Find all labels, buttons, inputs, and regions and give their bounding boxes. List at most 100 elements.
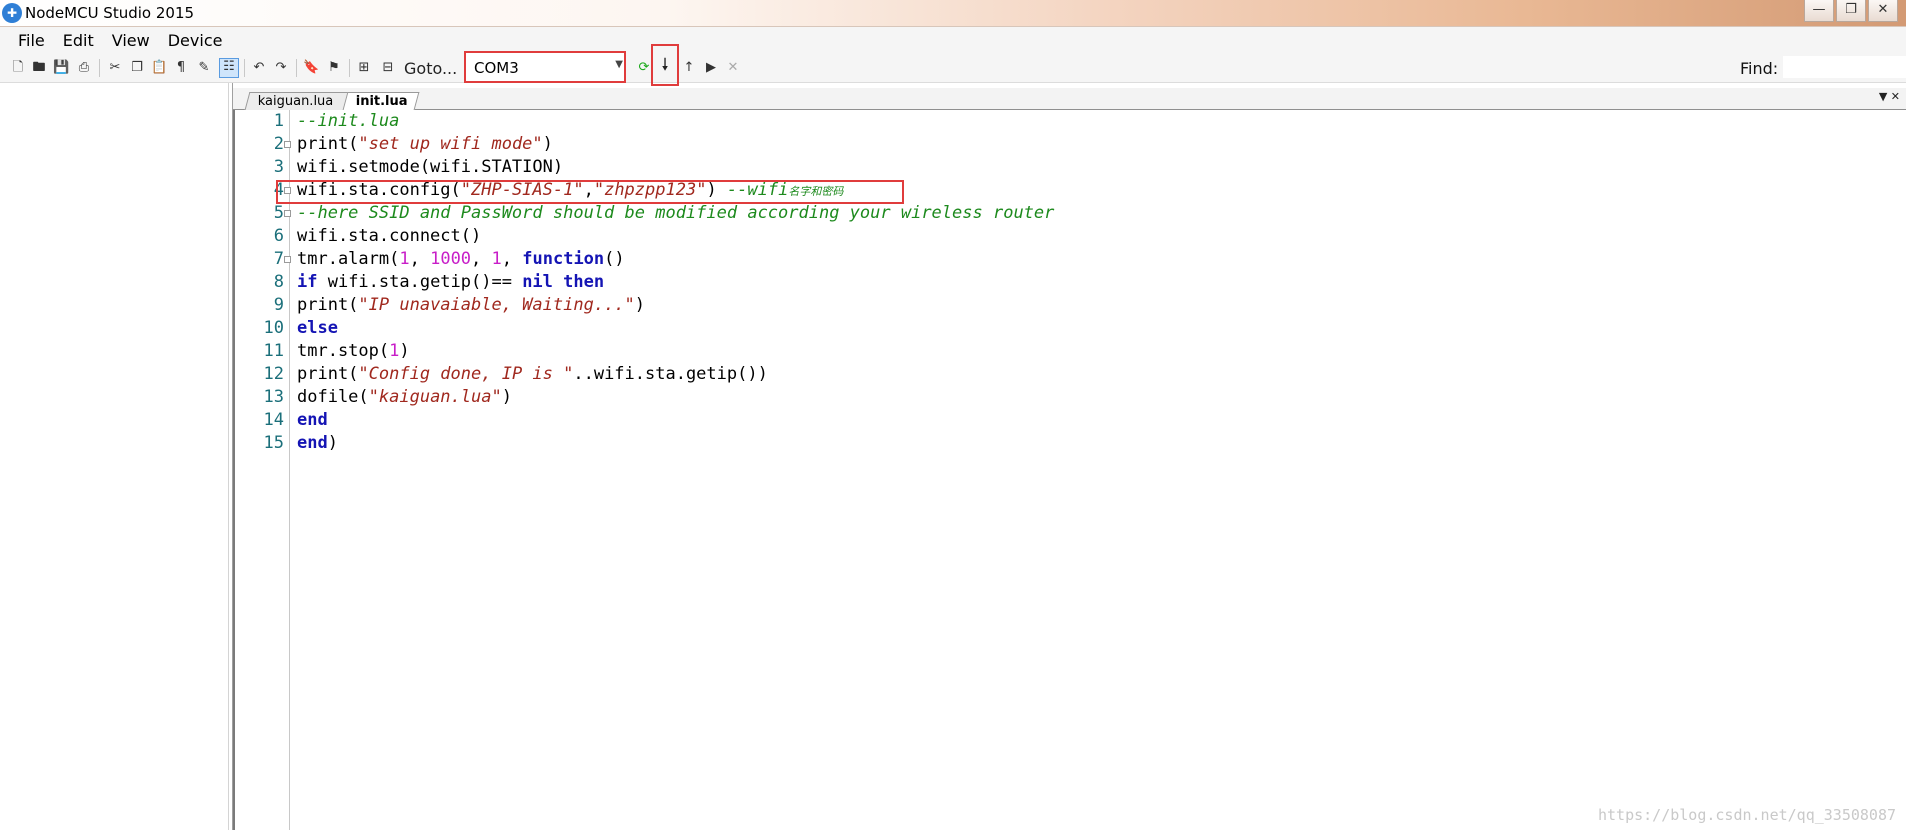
code-text: ) — [542, 134, 553, 154]
menu-edit[interactable]: Edit — [57, 31, 106, 50]
tab-label: init.lua — [355, 94, 408, 109]
line-number: 4 — [273, 180, 284, 200]
remove-file-icon[interactable]: ⊟ — [380, 60, 396, 76]
line-number: 9 — [273, 295, 284, 315]
new-file-icon[interactable]: 🗋 — [10, 60, 26, 76]
file-explorer-panel — [0, 83, 233, 830]
keyword: function — [522, 249, 605, 269]
title-bar: ✚ NodeMCU Studio 2015 — ❐ ✕ — [0, 0, 1906, 27]
save-icon[interactable]: 💾 — [53, 60, 69, 76]
close-button[interactable]: ✕ — [1868, 0, 1898, 22]
line-number: 14 — [263, 410, 284, 430]
print-icon[interactable]: ⎙ — [76, 60, 92, 76]
fold-marker-icon[interactable] — [284, 187, 291, 194]
download-icon[interactable]: 🠗 — [651, 44, 679, 86]
comment: 名字和密码 — [788, 185, 844, 198]
window-controls: — ❐ ✕ — [1802, 0, 1898, 22]
keyword: if — [297, 272, 318, 292]
tab-kaiguan-lua[interactable]: kaiguan.lua — [244, 92, 350, 110]
bookmark-next-icon[interactable]: ⚑ — [326, 60, 342, 76]
line-number: 15 — [263, 433, 284, 453]
bookmark-icon[interactable]: 🔖 — [303, 60, 319, 76]
fold-marker-icon[interactable] — [284, 210, 291, 217]
restore-button[interactable]: ❐ — [1836, 0, 1866, 22]
code-text: tmr.stop( — [297, 341, 390, 361]
number-literal: 1 — [389, 341, 400, 361]
toolbar-separator — [99, 59, 100, 77]
chevron-down-icon: ▼ — [615, 59, 623, 70]
undo-icon[interactable]: ↶ — [251, 60, 267, 76]
upload-icon[interactable]: ↑ — [681, 60, 697, 76]
code-text: ) — [399, 341, 410, 361]
keyword: end — [297, 410, 328, 430]
string-literal: "kaiguan.lua" — [368, 387, 502, 407]
string-literal: "zhpzpp123" — [593, 180, 707, 200]
code-line-15: end) — [297, 432, 338, 455]
code-text: print( — [297, 295, 359, 315]
menu-bar: File Edit View Device — [0, 27, 1906, 53]
outline-toggle-icon[interactable]: ☷ — [219, 58, 239, 78]
menu-view[interactable]: View — [106, 31, 162, 50]
code-text: tmr.alarm( — [297, 249, 400, 269]
copy-icon[interactable]: ❐ — [129, 60, 145, 76]
toolbar-separator — [244, 59, 245, 77]
find-input[interactable] — [1783, 56, 1906, 78]
menu-device[interactable]: Device — [162, 31, 235, 50]
toolbar-separator — [296, 59, 297, 77]
number-literal: 1 — [399, 249, 410, 269]
keyword: then — [563, 272, 605, 292]
tab-label: kaiguan.lua — [257, 94, 334, 109]
code-text: ) — [501, 387, 512, 407]
paste-icon[interactable]: 📋 — [151, 60, 167, 76]
redo-icon[interactable]: ↷ — [273, 60, 289, 76]
code-line-10: else — [297, 317, 338, 340]
code-line-6: wifi.sta.connect() — [297, 225, 481, 248]
line-number: 6 — [273, 226, 284, 246]
string-literal: "IP unavaiable, Waiting..." — [358, 295, 635, 315]
code-text: , — [409, 249, 431, 269]
fold-marker-icon[interactable] — [284, 256, 291, 263]
cut-icon[interactable]: ✂ — [107, 60, 123, 76]
code-text: print( — [297, 134, 359, 154]
minimize-button[interactable]: — — [1804, 0, 1834, 22]
line-number: 10 — [263, 318, 284, 338]
code-line-4: wifi.sta.config("ZHP-SIAS-1","zhpzpp123"… — [297, 179, 843, 203]
open-file-icon[interactable]: 🖿 — [31, 60, 47, 76]
paragraph-icon[interactable]: ¶ — [173, 60, 189, 76]
watermark: https://blog.csdn.net/qq_33508087 — [1597, 806, 1896, 824]
tab-list-icon[interactable]: ▼ ✕ — [1879, 90, 1900, 103]
code-text: wifi.sta.connect() — [297, 226, 482, 246]
format-icon[interactable]: ✎ — [196, 60, 212, 76]
code-line-3: wifi.setmode(wifi.STATION) — [297, 156, 563, 179]
line-number: 12 — [263, 364, 284, 384]
comment: --init.lua — [297, 111, 400, 131]
refresh-ports-icon[interactable]: ⟳ — [636, 60, 652, 76]
keyword: end — [297, 433, 328, 453]
window-title: NodeMCU Studio 2015 — [25, 4, 195, 22]
goto-button[interactable]: Goto... — [404, 59, 457, 78]
line-number: 2 — [273, 134, 284, 154]
fold-marker-icon[interactable] — [284, 141, 291, 148]
run-icon[interactable]: ▶ — [703, 60, 719, 76]
code-editor[interactable]: 1 2 3 4 5 6 7 8 9 10 11 12 13 14 15 --in… — [233, 110, 1906, 830]
stop-icon[interactable]: ✕ — [725, 60, 741, 76]
line-number: 1 — [273, 111, 284, 131]
code-line-8: if wifi.sta.getip()== nil then — [297, 271, 604, 294]
nodemcu-icon: ✚ — [2, 3, 22, 23]
tab-init-lua[interactable]: init.lua — [342, 92, 420, 110]
comment: --here SSID and PassWord should be modif… — [297, 203, 1055, 223]
code-line-7: tmr.alarm(1, 1000, 1, function() — [297, 248, 625, 271]
code-text: wifi.setmode(wifi.STATION) — [297, 157, 564, 177]
code-text: ..wifi.sta.getip()) — [573, 364, 768, 384]
code-text: () — [604, 249, 625, 269]
menu-file[interactable]: File — [0, 31, 57, 50]
toolbar: 🗋 🖿 💾 ⎙ ✂ ❐ 📋 ¶ ✎ ☷ ↶ ↷ 🔖 ⚑ ⊞ ⊟ Goto... … — [0, 53, 1906, 83]
code-line-2: print("set up wifi mode") — [297, 133, 553, 156]
add-file-icon[interactable]: ⊞ — [356, 60, 372, 76]
code-line-12: print("Config done, IP is "..wifi.sta.ge… — [297, 363, 768, 386]
string-literal: "ZHP-SIAS-1" — [460, 180, 584, 200]
port-select[interactable]: COM3 ▼ — [464, 51, 626, 83]
string-literal: "set up wifi mode" — [358, 134, 543, 154]
line-number: 13 — [263, 387, 284, 407]
